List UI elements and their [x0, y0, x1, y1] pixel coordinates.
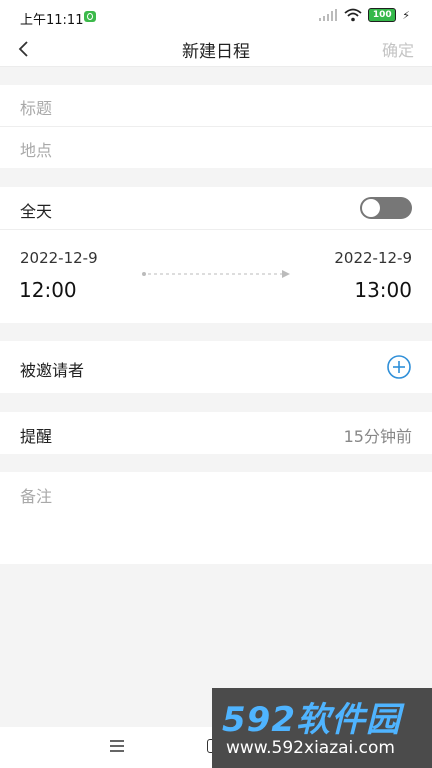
time-range-arrow-icon	[142, 270, 290, 278]
end-time[interactable]: 13:00	[354, 278, 412, 302]
confirm-button[interactable]: 确定	[382, 37, 414, 61]
reminder-card[interactable]: 提醒 15分钟前	[0, 412, 432, 454]
signal-icon	[319, 9, 338, 21]
page-title: 新建日程	[182, 42, 250, 62]
watermark-url: www.592xiazai.com	[226, 738, 395, 758]
wifi-icon	[344, 8, 362, 22]
watermark-logo-text: 592软件园	[222, 700, 401, 740]
title-bar: 新建日程 确定	[0, 34, 432, 67]
reminder-value: 15分钟前	[343, 427, 412, 446]
charging-icon: ⚡	[402, 8, 410, 22]
add-invitee-icon[interactable]	[386, 354, 412, 380]
battery-icon: 100	[368, 8, 397, 22]
all-day-label: 全天	[20, 202, 53, 221]
status-indicators: 100 ⚡	[318, 8, 410, 22]
status-bar: 上午11:11 100 ⚡	[0, 0, 432, 34]
start-date[interactable]: 2022-12-9	[20, 249, 98, 267]
app-notification-icon	[84, 11, 96, 22]
menu-icon[interactable]	[108, 739, 126, 753]
toggle-knob	[362, 199, 380, 217]
start-time[interactable]: 12:00	[19, 278, 77, 302]
title-placeholder: 标题	[20, 99, 53, 118]
watermark: 592软件园 www.592xiazai.com	[212, 688, 432, 768]
title-location-card: 标题 地点	[0, 85, 432, 168]
all-day-toggle[interactable]	[360, 197, 412, 219]
notes-field[interactable]: 备注	[0, 472, 432, 564]
title-field[interactable]: 标题	[0, 85, 432, 127]
end-date[interactable]: 2022-12-9	[334, 249, 412, 267]
notes-placeholder: 备注	[20, 487, 53, 506]
all-day-row: 全天	[0, 187, 432, 230]
location-field[interactable]: 地点	[0, 127, 432, 168]
reminder-label: 提醒	[20, 427, 53, 446]
status-time: 上午11:11	[20, 13, 84, 28]
invitees-label: 被邀请者	[20, 361, 85, 380]
invitees-card[interactable]: 被邀请者	[0, 341, 432, 393]
location-placeholder: 地点	[20, 141, 53, 160]
time-card: 全天 2022-12-9 12:00 2022-12-9 13:00	[0, 187, 432, 323]
